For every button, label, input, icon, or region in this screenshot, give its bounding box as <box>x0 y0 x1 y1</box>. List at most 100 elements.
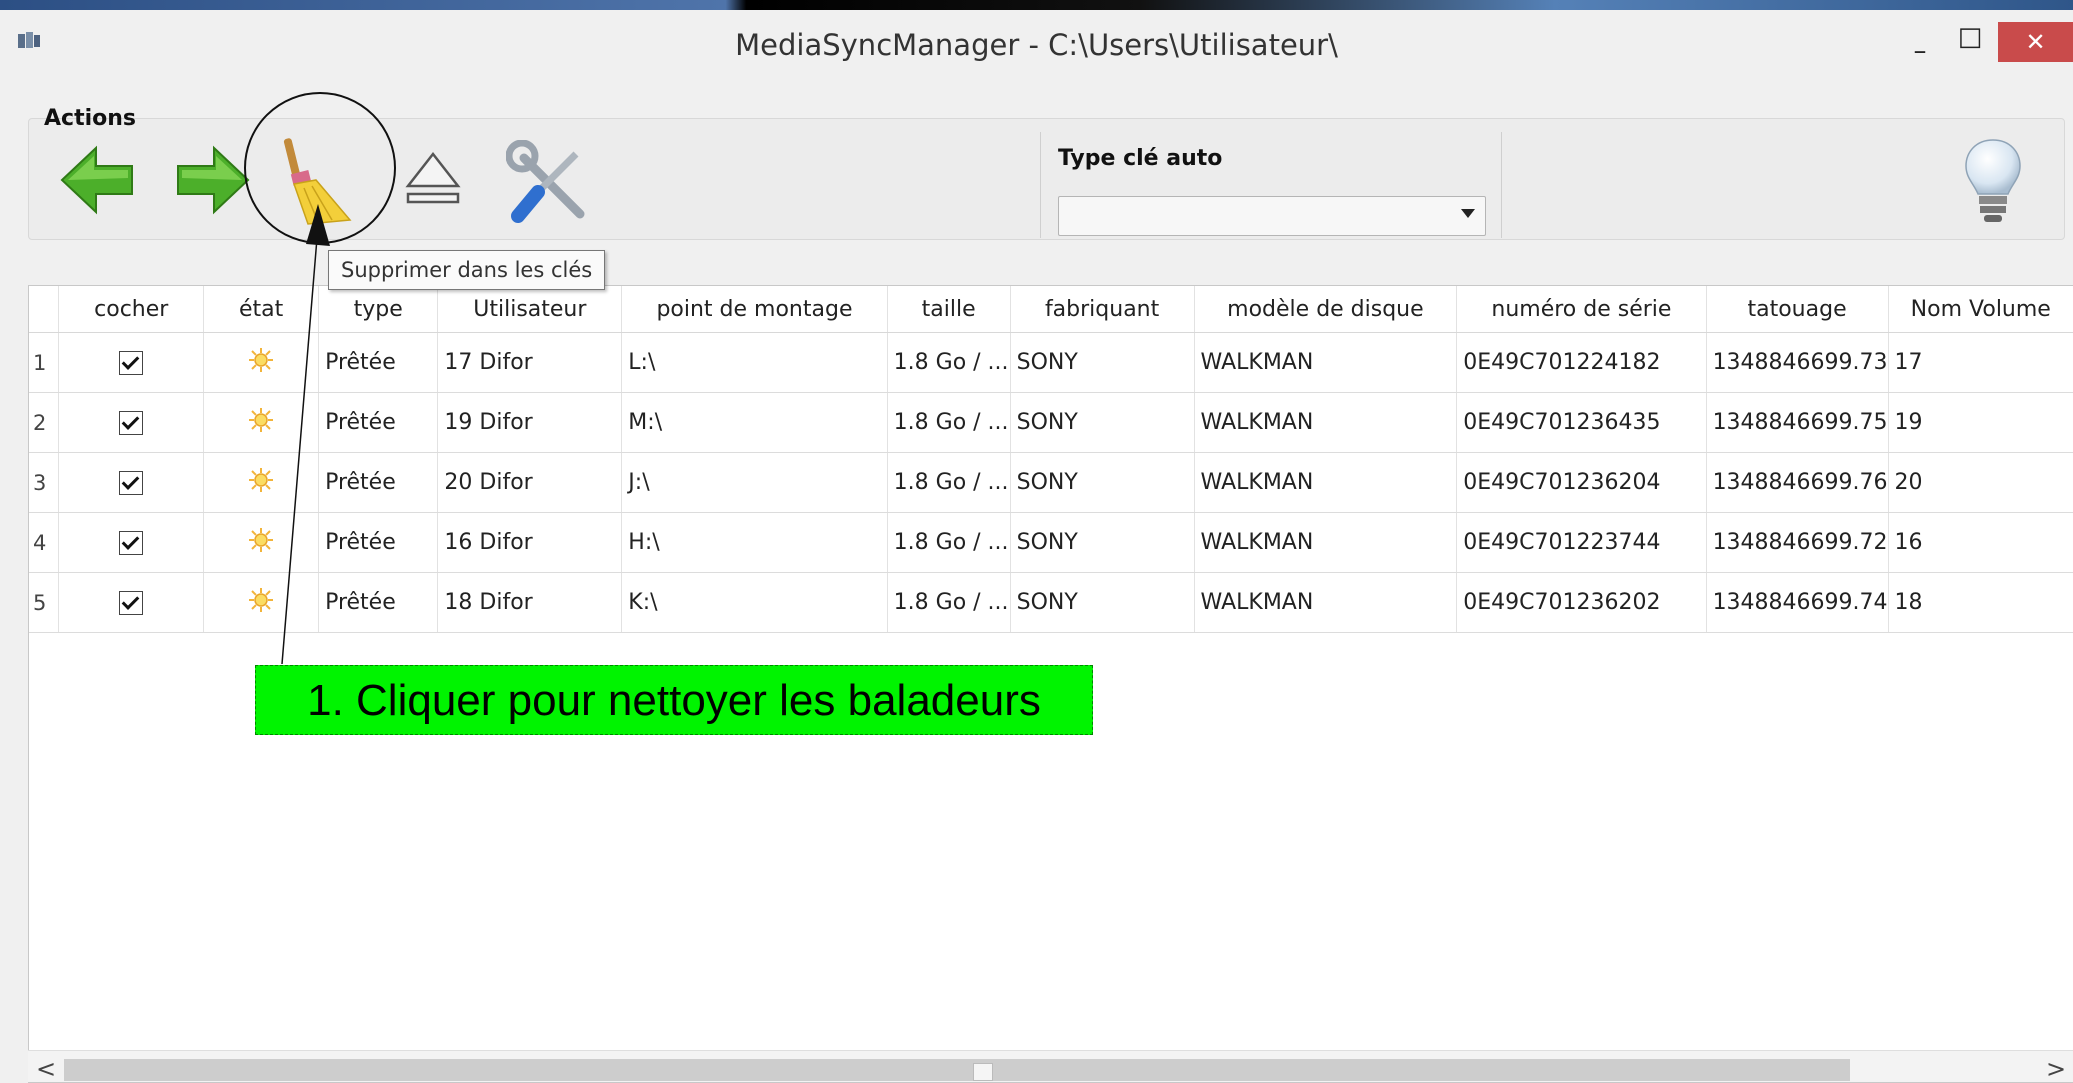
arrow-left-icon[interactable] <box>58 142 136 218</box>
cell-fabriquant: SONY <box>1010 572 1195 633</box>
column-header-index <box>29 286 60 333</box>
arrow-right-icon[interactable] <box>174 142 252 218</box>
combo-label: Type clé auto <box>1058 146 1223 171</box>
cell-cocher <box>58 332 205 393</box>
cell-point-de-montage: J:\ <box>621 452 888 513</box>
row-number: 1 <box>29 332 60 393</box>
table-row[interactable]: 3 Prêtée 20 Difor J:\ 1.8 Go / ... SONY WALKMA… <box>29 452 2073 513</box>
cell-nom-volume: 20 <box>1888 452 2073 513</box>
cell-numero-de-serie: 0E49C701236435 <box>1456 392 1707 453</box>
cell-tatouage: 1348846699.76 <box>1706 452 1889 513</box>
cell-type: Prêtée <box>318 332 439 393</box>
cell-tatouage: 1348846699.72 <box>1706 512 1889 573</box>
column-header-fabriquant[interactable]: fabriquant <box>1010 286 1195 333</box>
cell-numero-de-serie: 0E49C701236204 <box>1456 452 1707 513</box>
column-header-utilisateur[interactable]: Utilisateur <box>437 286 623 333</box>
cell-nom-volume: 17 <box>1888 332 2073 393</box>
cell-type: Prêtée <box>318 512 439 573</box>
maximize-button[interactable]: □ <box>1950 22 1990 56</box>
cell-modele: WALKMAN <box>1194 452 1458 513</box>
row-number: 4 <box>29 512 60 573</box>
cell-fabriquant: SONY <box>1010 452 1195 513</box>
cell-etat <box>203 512 320 573</box>
row-checkbox[interactable] <box>119 531 144 555</box>
column-header-etat[interactable]: état <box>203 286 320 333</box>
cell-point-de-montage: L:\ <box>621 332 888 393</box>
close-button[interactable]: ✕ <box>1998 22 2073 62</box>
table-header: cocher état type Utilisateur point de mo… <box>29 286 2073 333</box>
scrollbar-grip <box>973 1063 993 1081</box>
cell-fabriquant: SONY <box>1010 512 1195 573</box>
minimize-button[interactable]: – <box>1900 36 1940 70</box>
cell-utilisateur: 20 Difor <box>437 452 623 513</box>
broom-icon[interactable] <box>272 134 362 226</box>
lightbulb-icon[interactable] <box>1962 136 2024 228</box>
cell-taille: 1.8 Go / ... <box>887 572 1011 633</box>
cell-modele: WALKMAN <box>1194 572 1458 633</box>
column-header-type[interactable]: type <box>318 286 439 333</box>
scrollbar-thumb[interactable] <box>64 1059 1850 1081</box>
actions-label: Actions <box>44 106 136 131</box>
cell-cocher <box>58 512 205 573</box>
cell-cocher <box>58 392 205 453</box>
cell-taille: 1.8 Go / ... <box>887 512 1011 573</box>
cell-numero-de-serie: 0E49C701224182 <box>1456 332 1707 393</box>
cell-cocher <box>58 572 205 633</box>
column-header-numero-de-serie[interactable]: numéro de série <box>1456 286 1707 333</box>
row-checkbox[interactable] <box>119 471 144 495</box>
cell-point-de-montage: H:\ <box>621 512 888 573</box>
sun-icon <box>248 407 274 439</box>
row-number: 3 <box>29 452 60 513</box>
cell-utilisateur: 17 Difor <box>437 332 623 393</box>
sun-icon <box>248 587 274 619</box>
cell-numero-de-serie: 0E49C701223744 <box>1456 512 1707 573</box>
cell-nom-volume: 16 <box>1888 512 2073 573</box>
cell-modele: WALKMAN <box>1194 392 1458 453</box>
cell-etat <box>203 332 320 393</box>
cell-type: Prêtée <box>318 572 439 633</box>
column-header-modele-de-disque[interactable]: modèle de disque <box>1194 286 1458 333</box>
row-checkbox[interactable] <box>119 591 144 615</box>
row-number: 5 <box>29 572 60 633</box>
cell-modele: WALKMAN <box>1194 512 1458 573</box>
horizontal-scrollbar[interactable]: < > <box>28 1050 2073 1083</box>
column-header-cocher[interactable]: cocher <box>58 286 205 333</box>
cell-modele: WALKMAN <box>1194 332 1458 393</box>
cell-nom-volume: 18 <box>1888 572 2073 633</box>
type-cle-auto-select[interactable] <box>1058 196 1486 236</box>
cell-point-de-montage: M:\ <box>621 392 888 453</box>
eject-icon[interactable] <box>404 150 462 208</box>
row-number: 2 <box>29 392 60 453</box>
table-row[interactable]: 2 Prêtée 19 Difor M:\ 1.8 Go / ... SONY WALKMA… <box>29 392 2073 453</box>
table: cocher état type Utilisateur point de mo… <box>29 286 2073 633</box>
tools-icon[interactable] <box>506 140 592 226</box>
cell-fabriquant: SONY <box>1010 392 1195 453</box>
table-row[interactable]: 5 Prêtée 18 Difor K:\ 1.8 Go / ... SONY WALKMA… <box>29 572 2073 633</box>
sun-icon <box>248 347 274 379</box>
table-row[interactable]: 1 Prêtée 17 Difor L:\ 1.8 Go / ... SONY WALKMA… <box>29 332 2073 393</box>
tooltip: Supprimer dans les clés <box>328 250 606 290</box>
column-header-nom-volume[interactable]: Nom Volume <box>1888 286 2073 333</box>
cell-utilisateur: 18 Difor <box>437 572 623 633</box>
row-checkbox[interactable] <box>119 351 144 375</box>
column-header-taille[interactable]: taille <box>887 286 1011 333</box>
row-checkbox[interactable] <box>119 411 144 435</box>
sun-icon <box>248 527 274 559</box>
cell-type: Prêtée <box>318 452 439 513</box>
scroll-left-arrow[interactable]: < <box>36 1055 56 1083</box>
column-header-tatouage[interactable]: tatouage <box>1706 286 1889 333</box>
scroll-right-arrow[interactable]: > <box>2046 1055 2066 1083</box>
cell-nom-volume: 19 <box>1888 392 2073 453</box>
cell-etat <box>203 452 320 513</box>
cell-numero-de-serie: 0E49C701236202 <box>1456 572 1707 633</box>
sun-icon <box>248 467 274 499</box>
cell-utilisateur: 19 Difor <box>437 392 623 453</box>
cell-utilisateur: 16 Difor <box>437 512 623 573</box>
cell-tatouage: 1348846699.74 <box>1706 572 1889 633</box>
cell-fabriquant: SONY <box>1010 332 1195 393</box>
cell-tatouage: 1348846699.73 <box>1706 332 1889 393</box>
column-header-point-de-montage[interactable]: point de montage <box>621 286 888 333</box>
annotation-callout: 1. Cliquer pour nettoyer les baladeurs <box>255 665 1093 735</box>
table-row[interactable]: 4 Prêtée 16 Difor H:\ 1.8 Go / ... SONY WALKMA… <box>29 512 2073 573</box>
cell-type: Prêtée <box>318 392 439 453</box>
